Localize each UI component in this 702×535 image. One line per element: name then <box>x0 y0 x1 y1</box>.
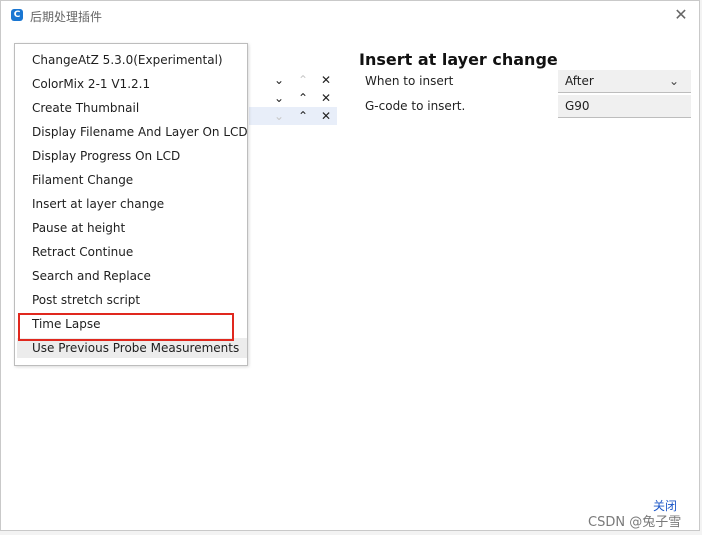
when-to-insert-label: When to insert <box>365 74 454 88</box>
dropdown-item-insert-at-layer-change[interactable]: Insert at layer change <box>17 194 247 214</box>
when-to-insert-select[interactable]: After ⌄ <box>558 70 691 93</box>
dropdown-item-post-stretch[interactable]: Post stretch script <box>17 290 247 310</box>
move-down-icon: ⌄ <box>273 109 285 123</box>
move-down-icon[interactable]: ⌄ <box>271 89 287 107</box>
gcode-to-insert-label: G-code to insert. <box>365 99 466 113</box>
active-script-row[interactable]: ⌄ ⌃ ✕ <box>249 107 337 125</box>
dropdown-item-colormix[interactable]: ColorMix 2-1 V1.2.1 <box>17 74 247 94</box>
window-title: 后期处理插件 <box>30 10 103 24</box>
active-script-row[interactable]: ⌄ ⌃ ✕ <box>249 89 337 107</box>
add-script-dropdown[interactable]: ChangeAtZ 5.3.0(Experimental) ColorMix 2… <box>14 43 248 366</box>
gcode-to-insert-field[interactable] <box>558 95 691 118</box>
dropdown-item-create-thumbnail[interactable]: Create Thumbnail <box>17 98 247 118</box>
dropdown-item-display-filename[interactable]: Display Filename And Layer On LCD <box>17 122 248 142</box>
move-up-icon[interactable]: ⌃ <box>295 107 311 125</box>
dropdown-item-retract-continue[interactable]: Retract Continue <box>17 242 247 262</box>
remove-script-icon[interactable]: ✕ <box>318 89 334 107</box>
dropdown-item-filament-change[interactable]: Filament Change <box>17 170 247 190</box>
close-icon[interactable]: ✕ <box>671 5 691 25</box>
remove-script-icon[interactable]: ✕ <box>318 71 334 89</box>
app-logo-icon: C <box>11 9 23 21</box>
chevron-down-icon: ⌄ <box>668 74 679 88</box>
active-script-row[interactable]: ⌄ ⌃ ✕ <box>249 71 337 89</box>
move-up-icon[interactable]: ⌃ <box>295 89 311 107</box>
gcode-to-insert-input[interactable] <box>565 95 685 117</box>
dropdown-item-display-progress[interactable]: Display Progress On LCD <box>17 146 247 166</box>
title-bar: C 后期处理插件 ✕ <box>1 1 699 33</box>
remove-script-icon[interactable]: ✕ <box>318 107 334 125</box>
move-down-icon[interactable]: ⌄ <box>271 71 287 89</box>
dropdown-item-pause-at-height[interactable]: Pause at height <box>17 218 247 238</box>
active-scripts-list: ⌄ ⌃ ✕ ⌄ ⌃ ✕ ⌄ ⌃ ✕ <box>249 71 337 125</box>
dropdown-item-use-previous-probe[interactable]: Use Previous Probe Measurements <box>17 338 247 358</box>
dropdown-item-changeatz[interactable]: ChangeAtZ 5.3.0(Experimental) <box>17 50 247 70</box>
script-settings-title: Insert at layer change <box>359 50 558 69</box>
dropdown-item-time-lapse[interactable]: Time Lapse <box>17 314 247 334</box>
watermark-text: CSDN @兔子雪 <box>588 515 682 530</box>
move-up-icon: ⌃ <box>297 73 309 87</box>
when-to-insert-value: After <box>565 74 594 88</box>
dropdown-item-search-and-replace[interactable]: Search and Replace <box>17 266 247 286</box>
